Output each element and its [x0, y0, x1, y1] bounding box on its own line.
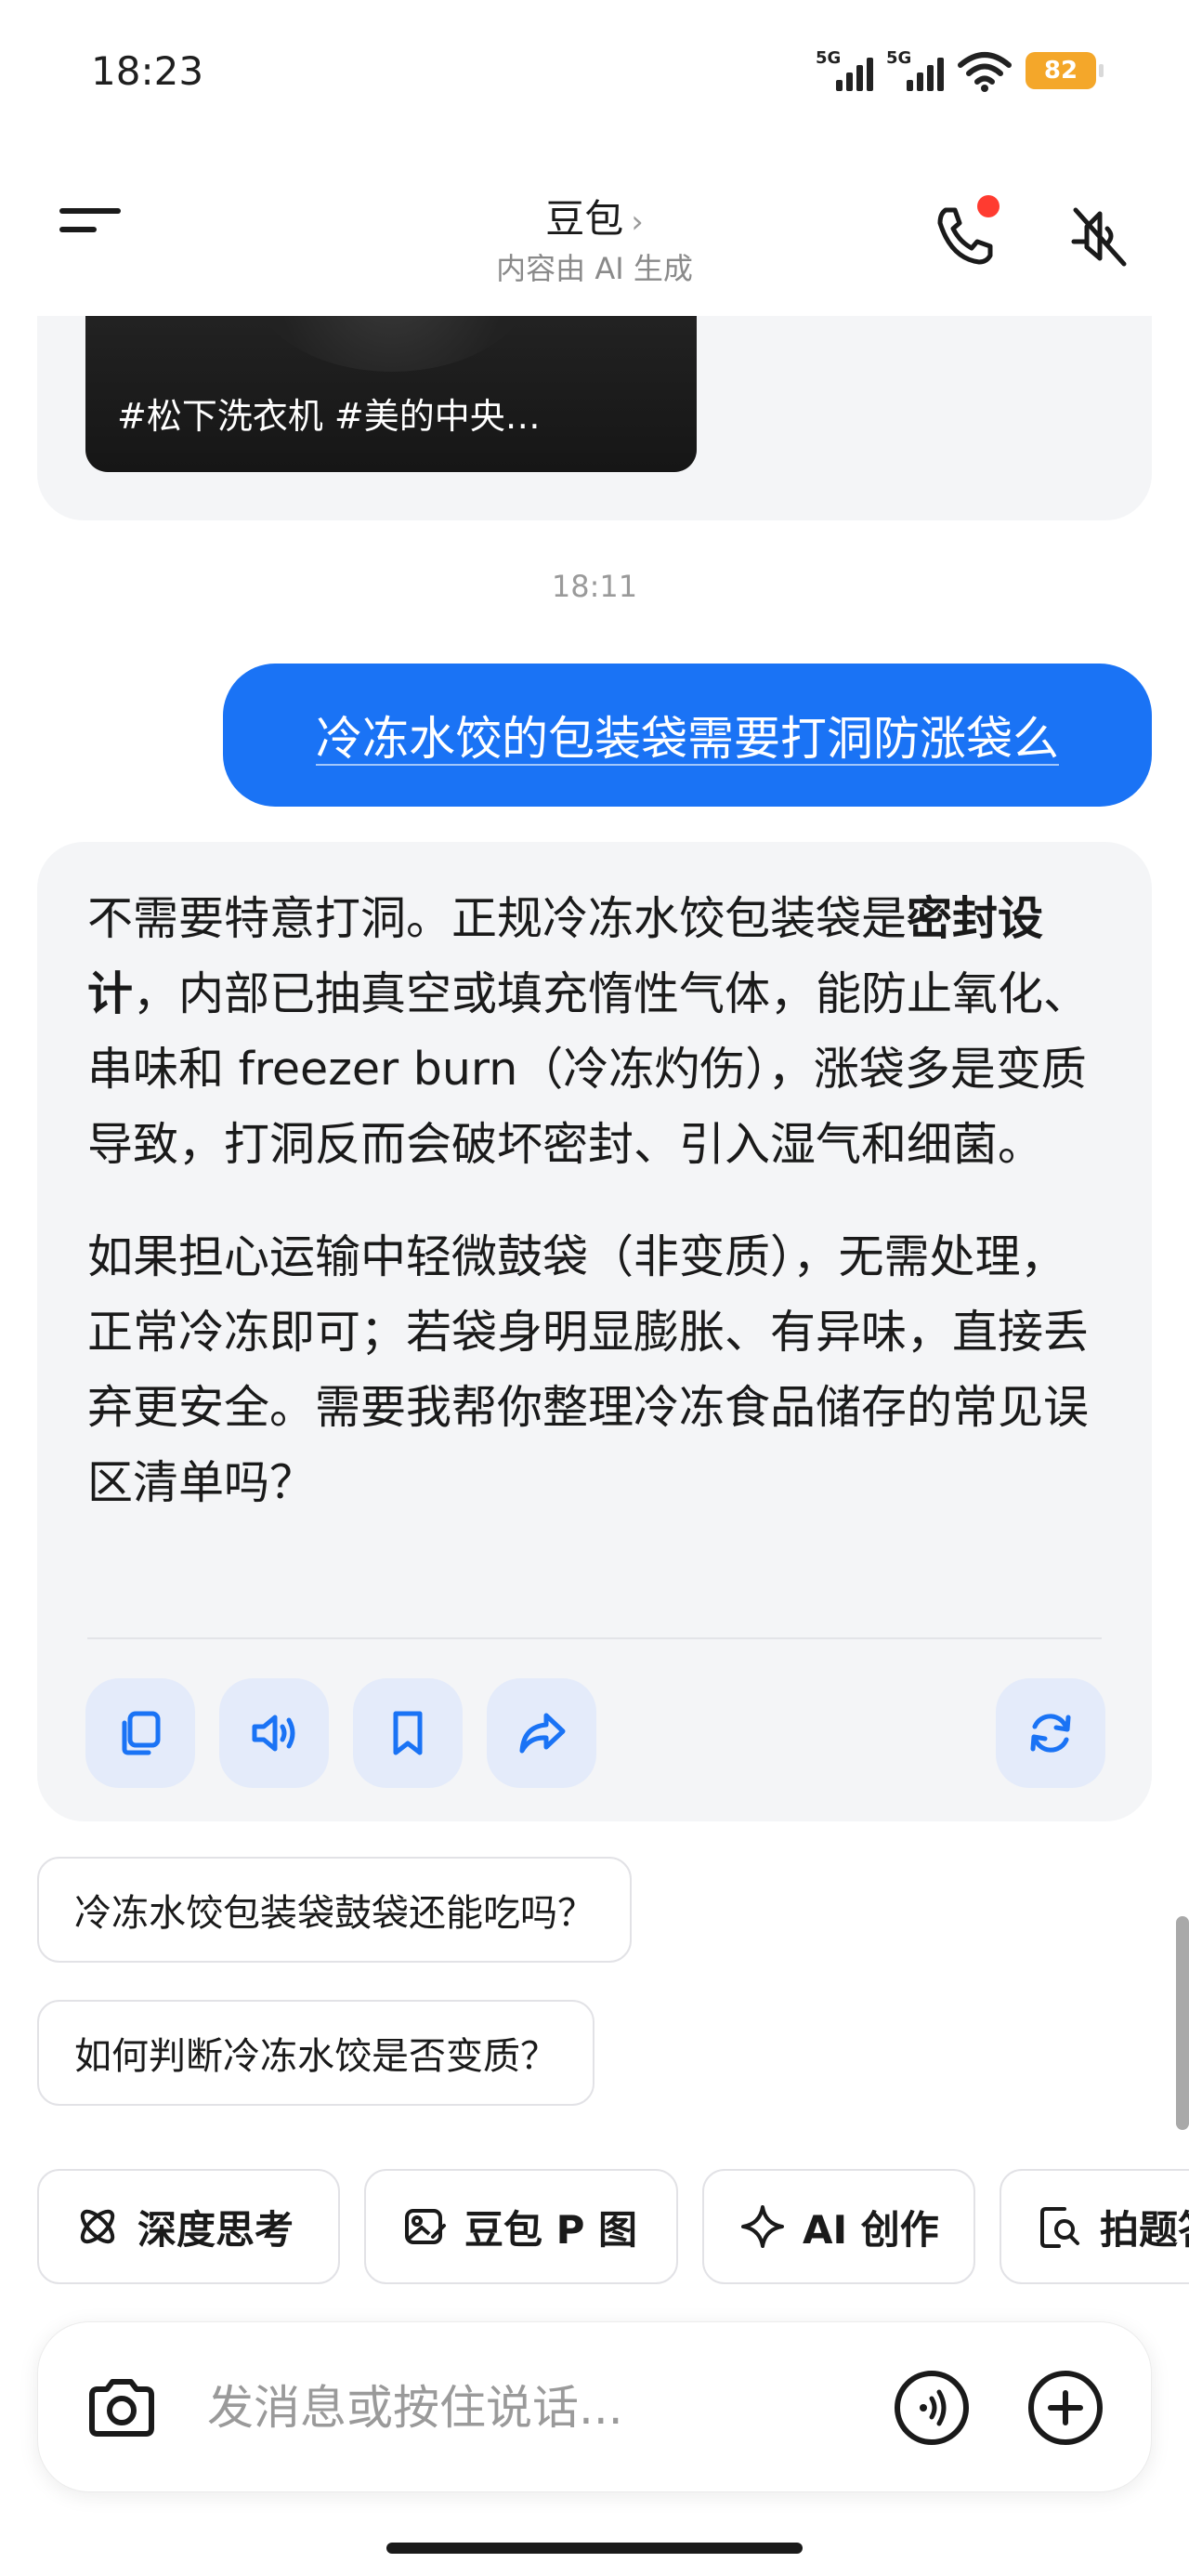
sparkle-icon: [741, 2205, 784, 2248]
bot-name: 豆包: [545, 196, 624, 242]
status-icons: 5G 5G 82: [816, 48, 1104, 93]
share-icon: [519, 1713, 566, 1754]
tool-photo-question[interactable]: 拍题答: [1000, 2169, 1189, 2284]
regenerate-icon: [1030, 1714, 1071, 1753]
regenerate-button[interactable]: [996, 1678, 1105, 1788]
suggestion-chip[interactable]: 如何判断冷冻水饺是否变质？: [37, 2000, 594, 2106]
user-message-text: 冷冻水饺的包装袋需要打洞防涨袋么: [316, 712, 1059, 766]
bookmark-button[interactable]: [353, 1678, 463, 1788]
read-aloud-button[interactable]: [219, 1678, 329, 1788]
status-bar: 18:23 5G 5G 82: [0, 0, 1189, 149]
mute-icon[interactable]: [1066, 201, 1131, 271]
chevron-right-icon: ›: [631, 204, 644, 241]
message-composer: [37, 2321, 1152, 2492]
tool-label: 拍题答: [1100, 2206, 1189, 2253]
home-indicator[interactable]: [386, 2543, 803, 2554]
signal-icon: 5G: [816, 48, 873, 93]
tool-label: AI 创作: [803, 2206, 939, 2253]
atom-icon: [80, 2209, 115, 2244]
tool-label: 深度思考: [137, 2206, 294, 2253]
battery-icon: 82: [1026, 52, 1104, 89]
image-edit-icon: [405, 2209, 446, 2244]
user-message-bubble[interactable]: 冷冻水饺的包装袋需要打洞防涨袋么: [223, 664, 1152, 807]
ai-disclaimer: 内容由 AI 生成: [496, 251, 693, 286]
copy-button[interactable]: [85, 1678, 195, 1788]
assistant-message-card: 不需要特意打洞。正规冷冻水饺包装袋是密封设计，内部已抽真空或填充惰性气体，能防止…: [37, 842, 1152, 1821]
status-time: 18:23: [91, 48, 204, 94]
message-input[interactable]: [207, 2359, 802, 2456]
scrollbar[interactable]: [1176, 1916, 1189, 2130]
answer-paragraph: 不需要特意打洞。正规冷冻水饺包装袋是密封设计，内部已抽真空或填充惰性气体，能防止…: [87, 881, 1100, 1182]
share-button[interactable]: [487, 1678, 596, 1788]
plus-icon[interactable]: [1026, 2369, 1104, 2447]
message-actions: [85, 1678, 1105, 1788]
copy-icon: [122, 1711, 161, 1755]
signal-icon: 5G: [886, 48, 944, 93]
answer-text-segment: ，内部已抽真空或填充惰性气体，能防止氧化、串味和 freezer burn（冷冻…: [87, 967, 1090, 1171]
chat-title[interactable]: 豆包 ›: [0, 188, 1189, 244]
tool-image-edit[interactable]: 豆包 P 图: [364, 2169, 678, 2284]
speaker-icon: [252, 1715, 295, 1752]
answer-paragraph: 如果担心运输中轻微鼓袋（非变质），无需处理，正常冷冻即可；若袋身明显膨胀、有异味…: [87, 1230, 1090, 1509]
bookmark-icon: [393, 1711, 423, 1755]
notification-dot: [977, 195, 1000, 217]
message-timestamp: 18:11: [551, 569, 638, 604]
thumbnail-caption: #松下洗衣机 #美的中央…: [117, 396, 541, 437]
assistant-message-text: 不需要特意打洞。正规冷冻水饺包装袋是密封设计，内部已抽真空或填充惰性气体，能防止…: [87, 881, 1100, 1520]
suggestion-chip[interactable]: 冷冻水饺包装袋鼓袋还能吃吗？: [37, 1857, 632, 1963]
photo-search-icon: [1040, 2207, 1079, 2248]
wifi-icon: [958, 52, 1012, 92]
chat-header: 豆包 › 内容由 AI 生成: [0, 167, 1189, 316]
camera-icon[interactable]: [83, 2369, 161, 2447]
divider: [87, 1637, 1102, 1639]
answer-text-segment: 不需要特意打洞。正规冷冻水饺包装袋是: [87, 892, 908, 945]
voice-icon[interactable]: [893, 2369, 971, 2447]
tool-ai-create[interactable]: AI 创作: [702, 2169, 975, 2284]
tool-deep-thinking[interactable]: 深度思考: [37, 2169, 340, 2284]
quick-tools: 深度思考 豆包 P 图 AI 创作 拍题答: [37, 2169, 1189, 2284]
battery-level: 82: [1043, 57, 1078, 85]
tool-label: 豆包 P 图: [464, 2206, 638, 2253]
